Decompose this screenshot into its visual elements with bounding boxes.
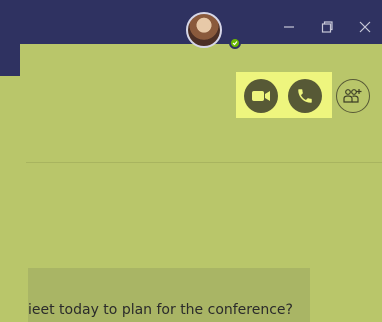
minimize-button[interactable] bbox=[278, 16, 300, 38]
audio-call-button[interactable] bbox=[288, 79, 322, 113]
add-people-icon bbox=[343, 89, 362, 103]
video-camera-icon bbox=[252, 91, 270, 101]
title-bar-notch bbox=[0, 44, 20, 76]
chat-divider bbox=[26, 162, 382, 163]
user-avatar[interactable] bbox=[186, 12, 222, 48]
add-people-button[interactable] bbox=[336, 79, 370, 113]
phone-icon bbox=[298, 89, 312, 103]
video-call-button[interactable] bbox=[244, 79, 278, 113]
close-button[interactable] bbox=[354, 16, 376, 38]
presence-available-icon bbox=[229, 37, 241, 49]
maximize-button[interactable] bbox=[316, 16, 338, 38]
window-controls bbox=[278, 16, 376, 38]
restore-icon bbox=[321, 21, 333, 33]
close-icon bbox=[359, 21, 371, 33]
minimize-icon bbox=[284, 26, 294, 28]
chat-message-text: ieet today to plan for the conference? bbox=[28, 302, 293, 318]
